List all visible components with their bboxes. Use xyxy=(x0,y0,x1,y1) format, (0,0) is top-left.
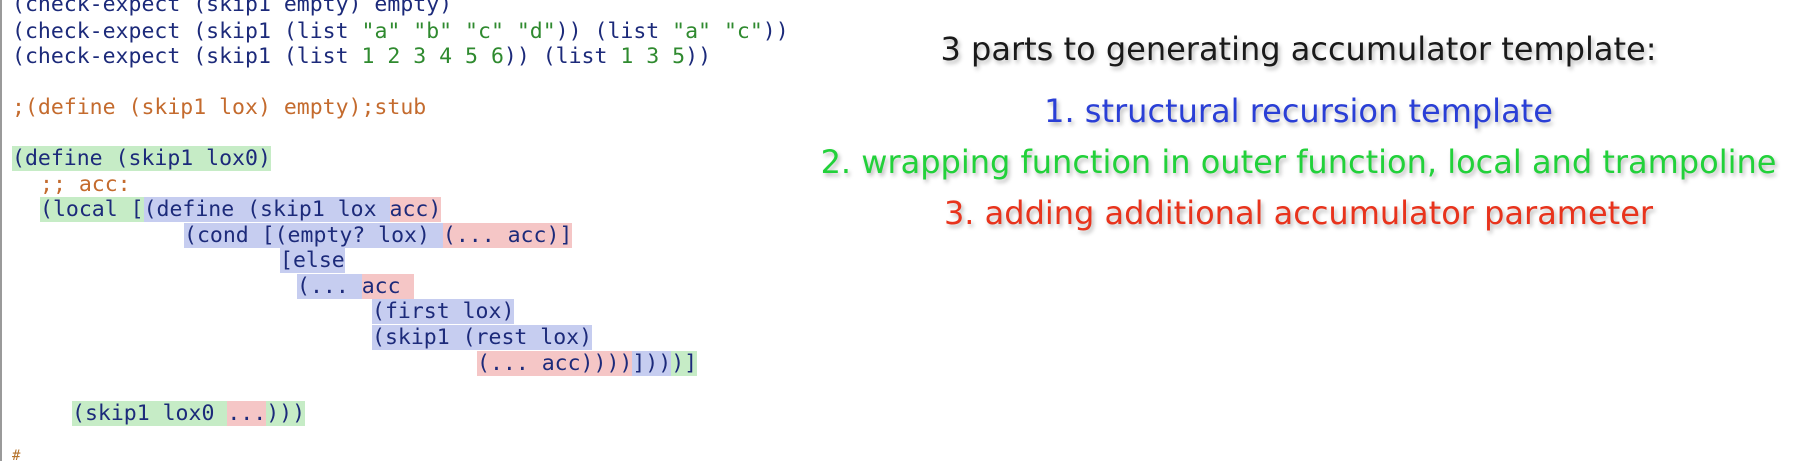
close-parens-blue: ])) xyxy=(632,351,672,376)
annotation-title: 3 parts to generating accumulator templa… xyxy=(940,30,1657,68)
code-editor[interactable]: (check-expect (skip1 empty) empty) (chec… xyxy=(0,0,900,464)
annotation-item-wrapping: 2. wrapping function in outer function, … xyxy=(820,143,1777,181)
code-line-else: [else xyxy=(280,248,345,273)
outer-define-highlight: (define (skip1 lox0) xyxy=(12,146,271,171)
code-text: (check-expect (skip1 empty) empty) xyxy=(12,0,453,17)
base-acc-highlight: (... acc) xyxy=(442,223,560,248)
annotation-item-structural: 1. structural recursion template xyxy=(1044,92,1553,130)
number-literals: 1 3 5 xyxy=(620,44,686,69)
else-highlight: [else xyxy=(280,248,345,273)
empty-check-highlight: (empty? lox) xyxy=(274,223,443,248)
code-line-define-outer: (define (skip1 lox0) xyxy=(12,146,271,171)
string-literals: "a" "b" "c" "d" xyxy=(361,19,556,44)
code-line-check-expect-empty: (check-expect (skip1 empty) empty) xyxy=(12,0,452,17)
call-close-highlight: ))) xyxy=(266,401,306,426)
cond-highlight: (cond [ xyxy=(184,223,275,248)
code-line-check-expect-numbers: (check-expect (skip1 (list 1 2 3 4 5 6))… xyxy=(12,44,711,69)
code-line-dots-acc: (... acc xyxy=(297,274,414,299)
recursive-acc-highlight: (... acc) xyxy=(477,351,594,376)
code-line-stub-comment: ;(define (skip1 lox) empty);stub xyxy=(12,95,426,120)
annotation-panel: 3 parts to generating accumulator templa… xyxy=(800,0,1797,461)
code-line-first-lox: (first lox) xyxy=(372,299,515,324)
code-line-acc-comment: ;; acc: xyxy=(40,172,131,197)
code-text: )) xyxy=(685,44,712,69)
code-line-skip-rest: (skip1 (rest lox) xyxy=(372,325,593,350)
call-dots-highlight: ... xyxy=(227,401,267,426)
trampoline-call-highlight: (skip1 lox0 xyxy=(72,401,228,426)
acc-param-highlight: acc) xyxy=(389,197,442,222)
inner-define-highlight: (define (skip1 lox xyxy=(143,197,390,222)
close-parens-red: ))) xyxy=(593,351,633,376)
code-text: (check-expect (skip1 (list xyxy=(12,44,362,69)
code-line-cond: (cond [(empty? lox) (... acc)] xyxy=(184,223,573,248)
dots-highlight: (... xyxy=(297,274,362,299)
code-text: )) (list xyxy=(555,19,673,44)
code-text: (check-expect (skip1 (list xyxy=(12,19,362,44)
close-parens-green: )] xyxy=(671,351,698,376)
code-line-trampoline-call: (skip1 lox0 ...))) xyxy=(72,401,306,426)
first-lox-highlight: (first lox) xyxy=(372,299,515,324)
acc-highlight: acc xyxy=(361,274,414,299)
acc-comment: ;; acc: xyxy=(40,172,131,197)
code-line-local-define: (local [(define (skip1 lox acc) xyxy=(40,197,442,222)
code-text: )) (list xyxy=(503,44,621,69)
local-highlight: (local [ xyxy=(40,197,144,222)
code-line-recursive-acc: (... acc))))])))] xyxy=(477,351,698,376)
annotation-item-accumulator: 3. adding additional accumulator paramet… xyxy=(943,194,1654,232)
stub-comment: ;(define (skip1 lox) empty);stub xyxy=(12,95,427,120)
string-literals: "a" "c" xyxy=(672,19,763,44)
base-close-highlight: ] xyxy=(559,223,573,248)
code-text: )) xyxy=(762,19,789,44)
trailing-mark: # xyxy=(12,448,21,464)
code-line-check-expect-strings: (check-expect (skip1 (list "a" "b" "c" "… xyxy=(12,19,789,44)
skip-rest-highlight: (skip1 (rest lox) xyxy=(372,325,593,350)
number-literals: 1 2 3 4 5 6 xyxy=(361,44,504,69)
